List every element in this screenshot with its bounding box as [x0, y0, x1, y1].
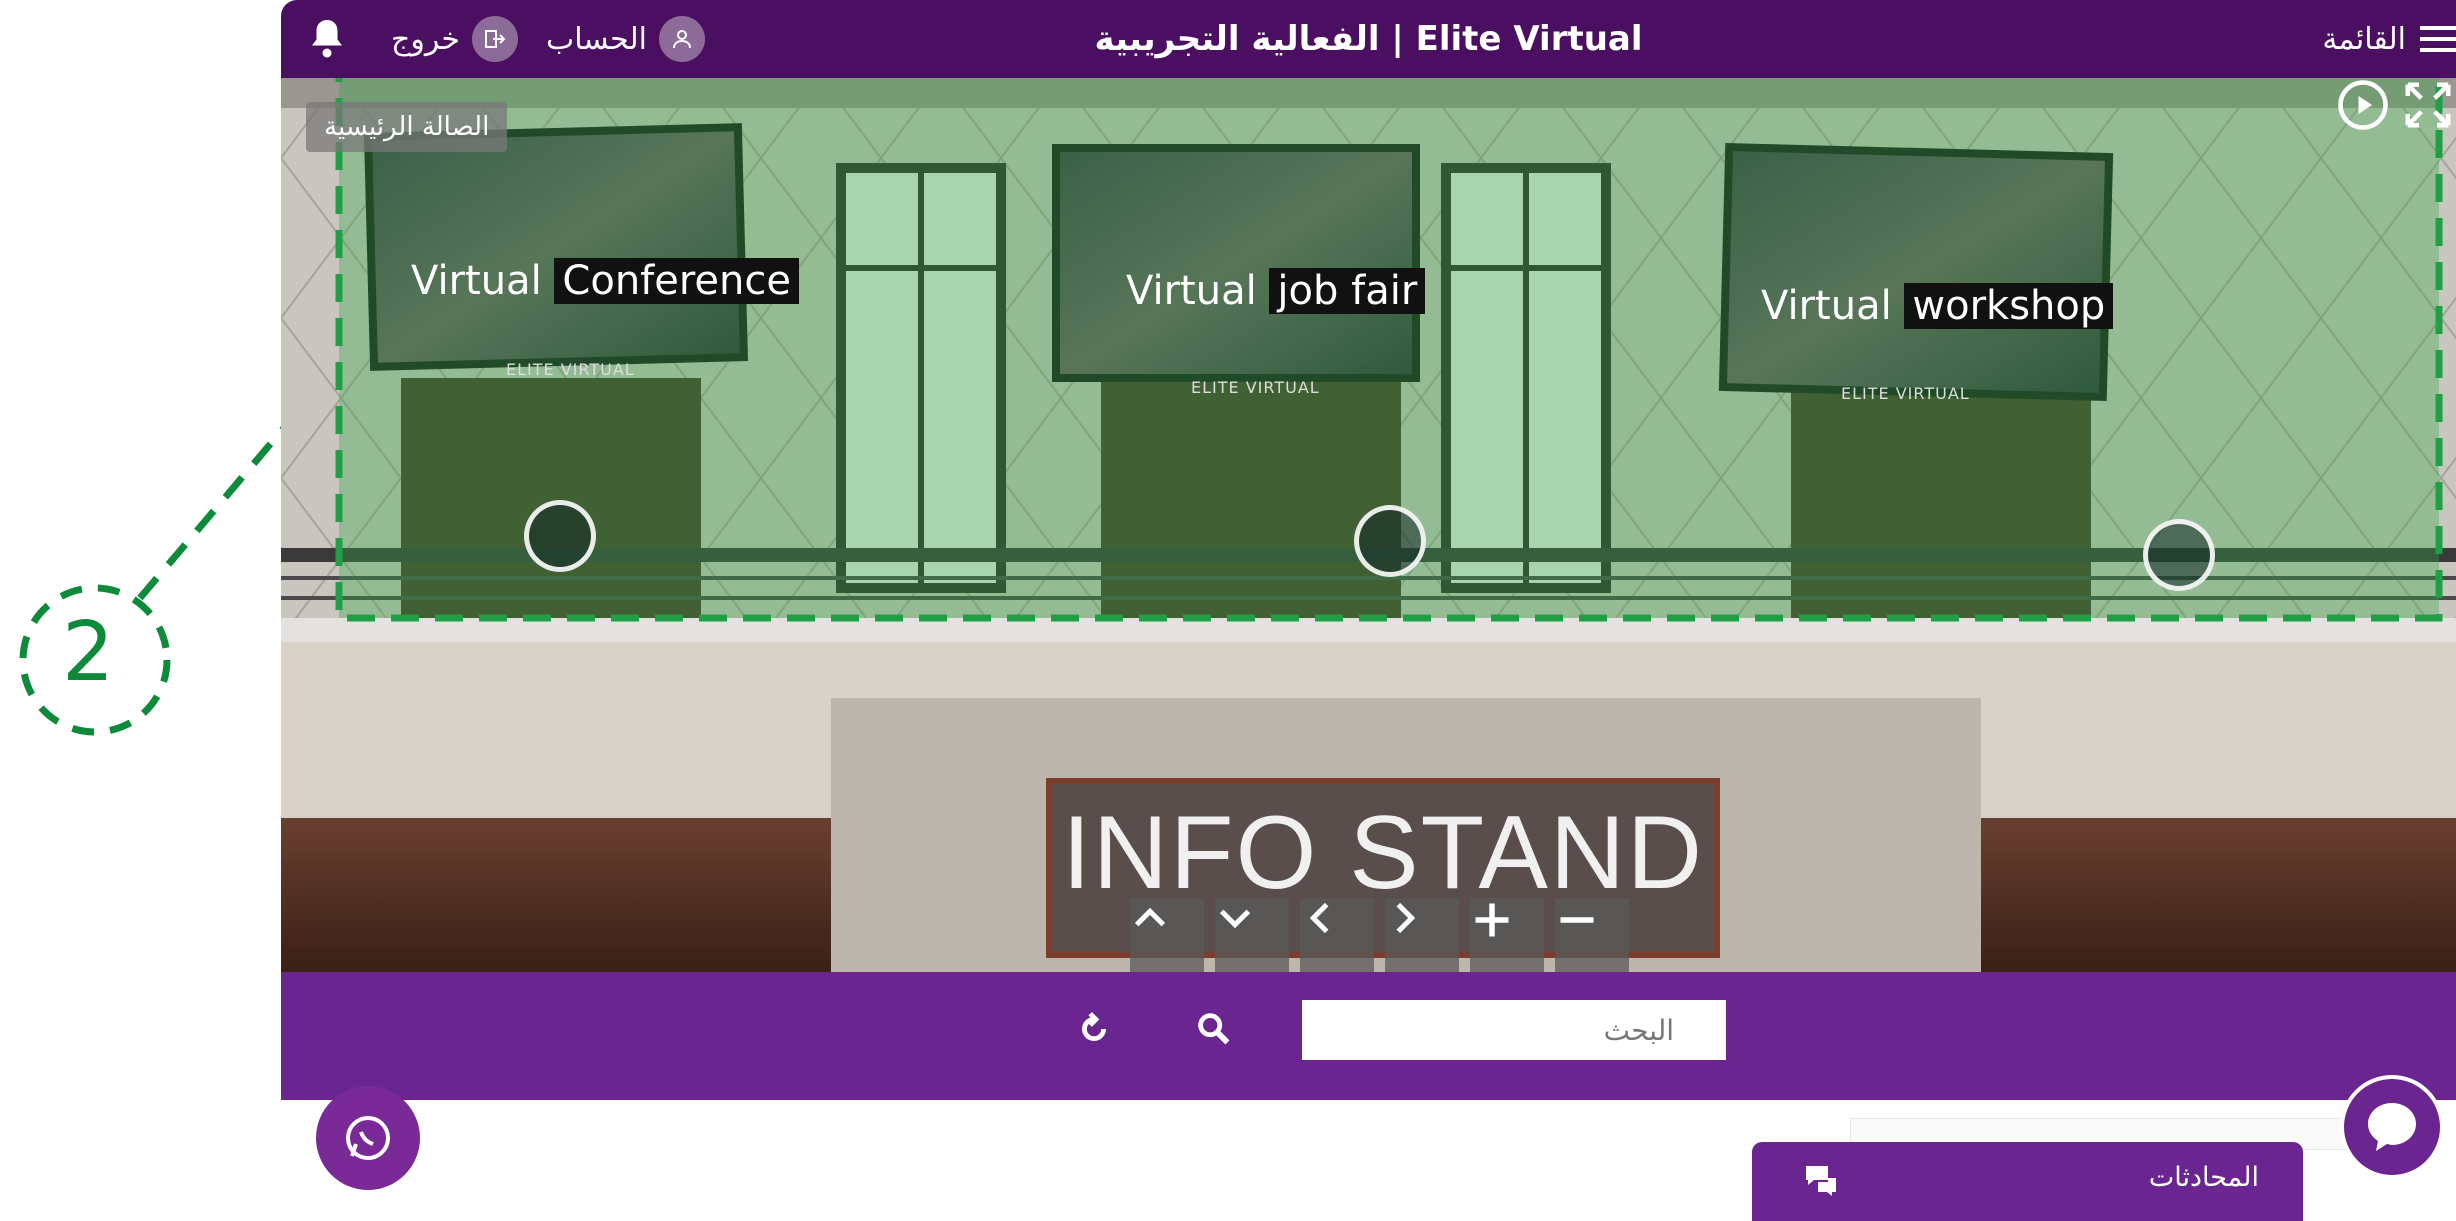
hamburger-icon	[2420, 26, 2456, 52]
chat-panel-header[interactable]: المحادثات	[1752, 1142, 2303, 1221]
annotation-number: 2	[62, 605, 115, 700]
chevron-up-icon	[1134, 907, 1166, 927]
refresh-icon[interactable]	[1071, 1006, 1117, 1052]
menu-label: القائمة	[2322, 21, 2406, 57]
chevron-left-icon	[1309, 902, 1329, 934]
expand-icon[interactable]	[2401, 78, 2455, 132]
screen-brand: ELITE VIRTUAL	[1841, 384, 1970, 403]
screen-title-plain: Virtual	[1126, 268, 1257, 314]
chat-bubbles-icon	[1806, 1166, 1836, 1196]
screen-title-highlight: Conference	[554, 258, 799, 304]
chat-panel-label: المحادثات	[2148, 1162, 2259, 1193]
screen-brand: ELITE VIRTUAL	[506, 360, 635, 379]
info-stand-label: INFO STAND	[1061, 795, 1705, 911]
booth-enter-button[interactable]	[1354, 505, 1426, 577]
chat-fab[interactable]	[2340, 1075, 2444, 1179]
zoom-in-button[interactable]	[1470, 898, 1544, 972]
search-input[interactable]	[1302, 1000, 1726, 1060]
screen-brand: ELITE VIRTUAL	[1191, 378, 1320, 397]
hall-label: الصالة الرئيسية	[306, 102, 508, 152]
menu-button[interactable]: القائمة	[2322, 16, 2456, 62]
whatsapp-icon	[346, 1116, 390, 1160]
chevron-down-icon	[1219, 909, 1251, 929]
booth-enter-button[interactable]	[524, 500, 596, 572]
booth-enter-button[interactable]	[2143, 519, 2215, 591]
bell-icon[interactable]	[309, 18, 345, 58]
plus-icon	[1475, 903, 1509, 937]
whatsapp-button[interactable]	[316, 1086, 420, 1190]
camera-down-button[interactable]	[1215, 898, 1289, 972]
chat-icon	[2368, 1103, 2416, 1151]
screen-title-highlight: job fair	[1269, 268, 1426, 314]
virtual-event-app: الفعالية التجريبية | Elite Virtual خروج …	[281, 0, 2456, 1100]
search-icon[interactable]	[1191, 1006, 1237, 1052]
minus-icon	[1560, 917, 1594, 923]
logout-label: خروج	[391, 21, 460, 57]
play-circle-icon[interactable]	[2336, 78, 2390, 132]
screen-title-workshop: Virtual workshop	[1761, 283, 2114, 329]
screen-title-plain: Virtual	[411, 258, 542, 304]
screen-title-conference: Virtual Conference	[411, 258, 799, 304]
logout-button[interactable]: خروج	[391, 14, 518, 64]
screen-title-plain: Virtual	[1761, 283, 1892, 329]
account-label: الحساب	[546, 21, 647, 57]
logout-icon	[471, 16, 518, 62]
account-button[interactable]: الحساب	[546, 14, 705, 64]
zoom-out-button[interactable]	[1555, 898, 1629, 972]
camera-up-button[interactable]	[1130, 898, 1204, 972]
screen-title-job-fair: Virtual job fair	[1126, 268, 1426, 314]
chevron-right-icon	[1396, 902, 1416, 934]
screen-title-highlight: workshop	[1904, 283, 2114, 329]
camera-right-button[interactable]	[1385, 898, 1459, 972]
user-icon	[659, 16, 705, 62]
top-bar: الفعالية التجريبية | Elite Virtual خروج …	[281, 0, 2456, 78]
search-bar	[281, 972, 2456, 1100]
camera-left-button[interactable]	[1300, 898, 1374, 972]
virtual-hall-view[interactable]: الصالة الرئيسية Virtual Conference ELITE…	[281, 78, 2456, 972]
